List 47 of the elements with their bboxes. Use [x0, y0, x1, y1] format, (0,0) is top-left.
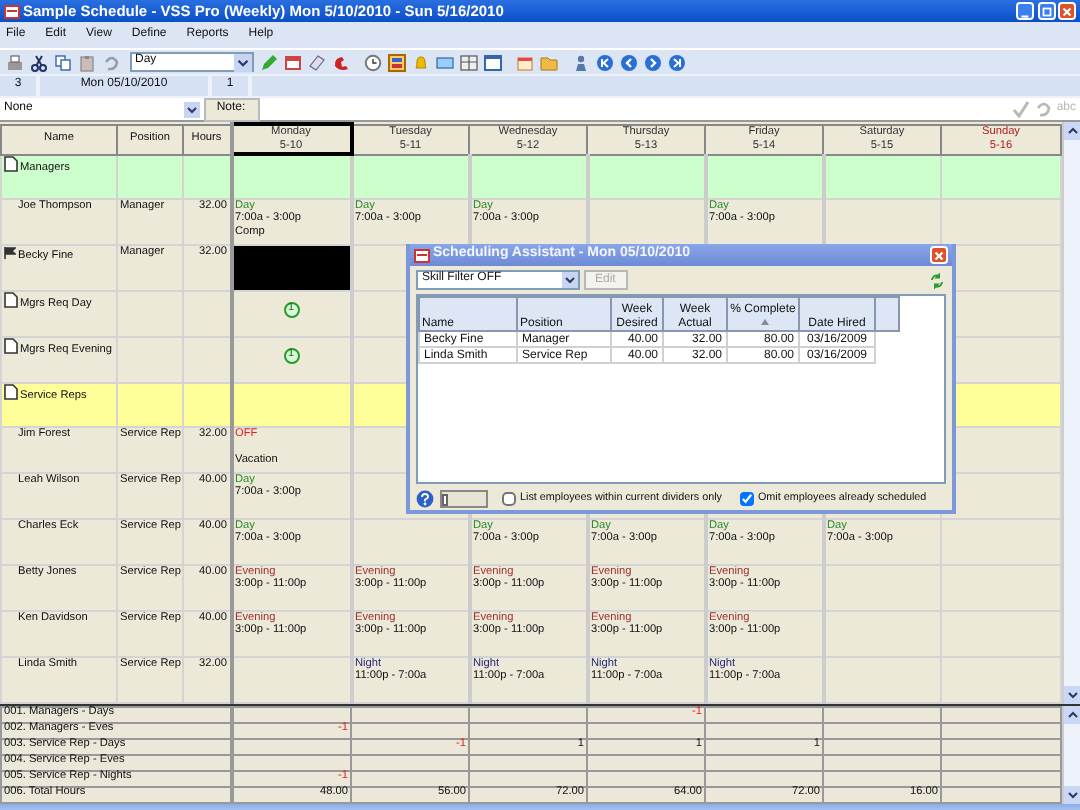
- last-page-icon[interactable]: [667, 53, 685, 71]
- clock-icon[interactable]: [363, 53, 381, 71]
- card-icon[interactable]: [435, 53, 453, 71]
- cut-icon[interactable]: [30, 53, 48, 71]
- table-icon[interactable]: [459, 53, 477, 71]
- scrollbar[interactable]: [1062, 705, 1080, 803]
- checkbox[interactable]: [502, 492, 516, 506]
- slider-thumb[interactable]: [442, 494, 448, 506]
- window-icon[interactable]: [483, 53, 501, 71]
- document-icon: [4, 155, 18, 171]
- scroll-down-icon[interactable]: [1064, 785, 1080, 803]
- selected-cell[interactable]: [231, 244, 351, 290]
- restore-icon: [1039, 3, 1053, 19]
- restore-button[interactable]: [1037, 2, 1055, 20]
- caret-icon: [233, 53, 251, 71]
- document-icon: [4, 337, 18, 353]
- minimize-button[interactable]: [1016, 2, 1034, 20]
- flag-icon: [4, 245, 16, 259]
- paste-icon[interactable]: [78, 53, 96, 71]
- document-icon: [4, 383, 18, 399]
- help-icon[interactable]: [416, 490, 434, 508]
- print-icon[interactable]: [6, 53, 24, 71]
- caret-icon: [184, 101, 200, 117]
- scroll-up-icon[interactable]: [1064, 122, 1080, 140]
- caret-icon: [562, 272, 578, 288]
- undo-icon: [1034, 100, 1053, 118]
- copy-icon[interactable]: [54, 53, 72, 71]
- app-icon: [414, 247, 430, 263]
- close-button[interactable]: [930, 246, 948, 264]
- previous-icon[interactable]: [619, 53, 637, 71]
- first-page-icon[interactable]: [595, 53, 613, 71]
- refresh-icon[interactable]: [928, 271, 946, 289]
- close-icon: [1060, 3, 1074, 19]
- close-button[interactable]: [1058, 2, 1076, 20]
- next-icon[interactable]: [643, 53, 661, 71]
- scrollbar[interactable]: [1062, 122, 1080, 703]
- person-icon[interactable]: [571, 53, 589, 71]
- calendar-icon[interactable]: [283, 53, 301, 71]
- checkbox[interactable]: [739, 492, 754, 506]
- app-icon: [4, 3, 20, 19]
- schedule-grid-icon[interactable]: [387, 53, 405, 71]
- document-icon: [4, 291, 18, 307]
- calendar-page-icon[interactable]: [515, 53, 533, 71]
- scroll-up-icon[interactable]: [1064, 705, 1080, 723]
- scroll-down-icon[interactable]: [1064, 685, 1080, 703]
- slider[interactable]: [440, 490, 488, 508]
- sort-arrow-icon: [759, 318, 769, 327]
